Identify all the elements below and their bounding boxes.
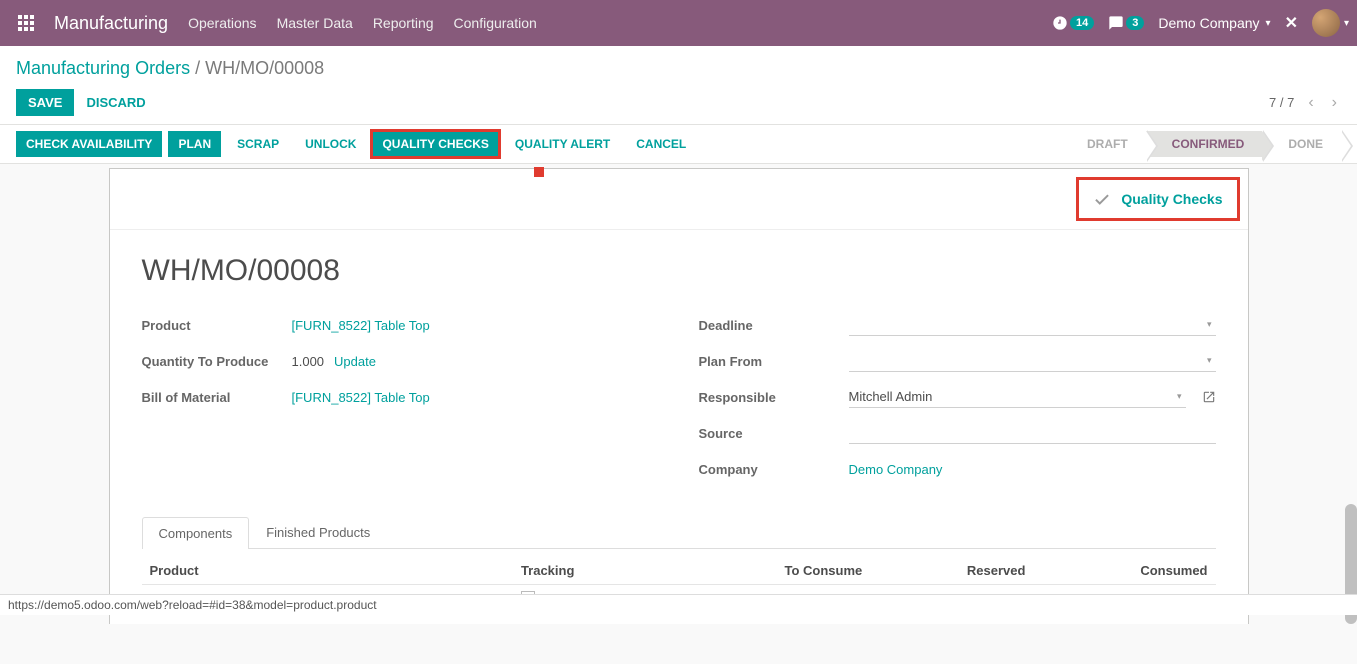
plan-button[interactable]: PLAN — [168, 131, 221, 157]
field-product[interactable]: [FURN_8522] Table Top — [292, 318, 430, 333]
field-responsible[interactable]: Mitchell Admin ▾ — [849, 386, 1186, 408]
quality-checks-stat-label: Quality Checks — [1121, 191, 1222, 207]
stage-confirmed[interactable]: CONFIRMED — [1146, 131, 1263, 157]
user-menu[interactable]: ▾ — [1312, 9, 1349, 37]
activity-indicator[interactable]: 14 — [1052, 15, 1094, 31]
chat-icon — [1108, 15, 1124, 31]
col-consumed[interactable]: Consumed — [1033, 557, 1215, 585]
label-product: Product — [142, 318, 292, 333]
col-reserved[interactable]: Reserved — [870, 557, 1033, 585]
status-stages: DRAFT CONFIRMED DONE — [1073, 131, 1341, 157]
apps-icon[interactable] — [8, 15, 44, 31]
breadcrumb: Manufacturing Orders / WH/MO/00008 — [16, 58, 1341, 79]
quality-alert-button[interactable]: QUALITY ALERT — [505, 131, 620, 157]
brand-title[interactable]: Manufacturing — [54, 13, 168, 34]
control-panel: Manufacturing Orders / WH/MO/00008 SAVE … — [0, 46, 1357, 125]
scrap-button[interactable]: SCRAP — [227, 131, 289, 157]
highlight-mark — [534, 167, 544, 177]
save-button[interactable]: SAVE — [16, 89, 74, 116]
caret-down-icon: ▾ — [1344, 18, 1349, 29]
caret-down-icon: ▾ — [1266, 18, 1271, 29]
top-navbar: Manufacturing Operations Master Data Rep… — [0, 0, 1357, 46]
form-sheet: Quality Checks WH/MO/00008 Product [FURN… — [109, 168, 1249, 624]
label-bom: Bill of Material — [142, 390, 292, 405]
stat-button-box: Quality Checks — [110, 169, 1248, 230]
check-icon — [1093, 190, 1111, 208]
field-plan-from[interactable]: ▾ — [849, 350, 1216, 372]
avatar — [1312, 9, 1340, 37]
message-count: 3 — [1126, 16, 1144, 30]
caret-down-icon: ▾ — [1177, 391, 1182, 402]
activity-count: 14 — [1070, 16, 1094, 30]
breadcrumb-parent[interactable]: Manufacturing Orders — [16, 58, 190, 78]
pager-prev[interactable]: ‹ — [1304, 92, 1317, 114]
field-responsible-value: Mitchell Admin — [849, 389, 933, 404]
label-source: Source — [699, 426, 849, 441]
record-title: WH/MO/00008 — [142, 254, 1216, 288]
col-to-consume[interactable]: To Consume — [665, 557, 870, 585]
field-deadline[interactable]: ▾ — [849, 314, 1216, 336]
label-deadline: Deadline — [699, 318, 849, 333]
cancel-button[interactable]: CANCEL — [626, 131, 696, 157]
nav-operations[interactable]: Operations — [188, 15, 256, 31]
discard-button[interactable]: DISCARD — [86, 95, 145, 110]
label-company: Company — [699, 462, 849, 477]
label-qty: Quantity To Produce — [142, 354, 292, 369]
pager: 7 / 7 ‹ › — [1269, 92, 1341, 114]
pager-value[interactable]: 7 / 7 — [1269, 95, 1294, 110]
caret-down-icon: ▾ — [1207, 355, 1212, 366]
breadcrumb-current: WH/MO/00008 — [205, 58, 324, 78]
col-product[interactable]: Product — [142, 557, 513, 585]
notebook-tabs: Components Finished Products — [142, 516, 1216, 549]
label-plan-from: Plan From — [699, 354, 849, 369]
clock-icon — [1052, 15, 1068, 31]
pager-next[interactable]: › — [1328, 92, 1341, 114]
browser-status-bar: https://demo5.odoo.com/web?reload=#id=38… — [0, 594, 1357, 615]
stage-draft[interactable]: DRAFT — [1073, 131, 1146, 157]
nav-right: 14 3 Demo Company ▾ ✕ ▾ — [1052, 9, 1349, 37]
external-link-icon[interactable] — [1202, 390, 1216, 404]
label-responsible: Responsible — [699, 390, 849, 405]
field-company[interactable]: Demo Company — [849, 462, 943, 477]
messages-indicator[interactable]: 3 — [1108, 15, 1144, 31]
check-availability-button[interactable]: CHECK AVAILABILITY — [16, 131, 162, 157]
field-qty[interactable]: 1.000 — [292, 354, 325, 369]
company-selector[interactable]: Demo Company ▾ — [1158, 15, 1270, 31]
update-qty-button[interactable]: Update — [334, 354, 376, 369]
nav-reporting[interactable]: Reporting — [373, 15, 434, 31]
unlock-button[interactable]: UNLOCK — [295, 131, 366, 157]
quality-checks-stat-button[interactable]: Quality Checks — [1076, 177, 1239, 221]
nav-configuration[interactable]: Configuration — [454, 15, 537, 31]
nav-menu: Operations Master Data Reporting Configu… — [188, 15, 537, 31]
field-source[interactable] — [849, 422, 1216, 444]
tab-finished-products[interactable]: Finished Products — [249, 516, 387, 548]
nav-master-data[interactable]: Master Data — [277, 15, 353, 31]
close-icon[interactable]: ✕ — [1285, 13, 1298, 33]
col-tracking[interactable]: Tracking — [513, 557, 665, 585]
breadcrumb-sep: / — [195, 58, 205, 78]
company-name: Demo Company — [1158, 15, 1259, 31]
tab-components[interactable]: Components — [142, 517, 250, 549]
status-bar: CHECK AVAILABILITY PLAN SCRAP UNLOCK QUA… — [0, 125, 1357, 164]
quality-checks-button[interactable]: QUALITY CHECKS — [372, 131, 498, 157]
form-view: Quality Checks WH/MO/00008 Product [FURN… — [0, 164, 1357, 664]
field-bom[interactable]: [FURN_8522] Table Top — [292, 390, 430, 405]
caret-down-icon: ▾ — [1207, 319, 1212, 330]
